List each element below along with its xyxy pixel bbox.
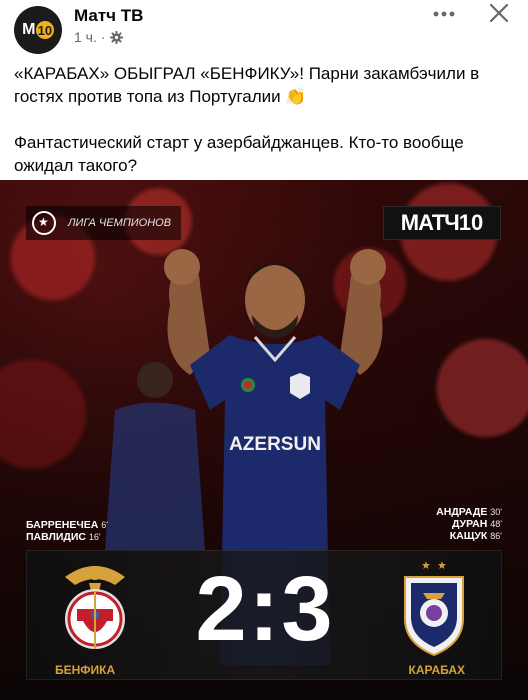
match-score: 2:3: [195, 558, 335, 660]
scoreboard: 2:3 ★ ★ БЕНФИКА КАРАБАХ: [26, 550, 502, 680]
post-time[interactable]: 1 ч.: [74, 29, 97, 45]
away-scorers: АНДРАДЕ 30' ДУРАН 48' КАЩУК 86': [436, 506, 502, 542]
post-header: M 10 Матч ТВ 1 ч. ·: [0, 0, 528, 56]
meta-separator: ·: [100, 29, 106, 45]
post-image[interactable]: AZERSUN Лига Чемпионов МАТЧ 10 БАРРЕНЕЧЕ…: [0, 180, 528, 700]
match-tv-logo: МАТЧ 10: [383, 206, 501, 240]
away-scorer: КАЩУК 86': [449, 530, 502, 542]
competition-badge: Лига Чемпионов: [26, 206, 181, 240]
post-text-paragraph-1: «КАРАБАХ» ОБЫГРАЛ «БЕНФИКУ»! Парни закам…: [14, 64, 480, 106]
away-scorer: АНДРАДЕ 30': [436, 506, 502, 518]
away-scorer: ДУРАН 48': [451, 518, 502, 530]
jersey-sponsor: AZERSUN: [229, 434, 321, 455]
away-team-name: КАРАБАХ: [408, 663, 465, 677]
page-name[interactable]: Матч ТВ: [74, 6, 143, 26]
logo-word: МАТЧ: [400, 210, 460, 235]
competition-name: Лига Чемпионов: [68, 216, 172, 229]
svg-text:★: ★: [437, 559, 447, 572]
home-scorer: ПАВЛИДИС 16': [26, 531, 101, 543]
qarabag-crest-icon: ★ ★: [404, 559, 464, 657]
svg-text:★: ★: [421, 559, 431, 572]
logo-number: 10: [458, 210, 484, 235]
post-meta: 1 ч. ·: [74, 29, 123, 45]
avatar-letter: M: [22, 21, 35, 38]
avatar-badge: 10: [35, 21, 54, 39]
home-scorer: БАРРЕНЕЧЕА 6': [26, 519, 108, 531]
home-team-name: БЕНФИКА: [55, 663, 116, 677]
home-scorers: БАРРЕНЕЧЕА 6' ПАВЛИДИС 16': [26, 519, 108, 543]
more-horizontal-icon: [433, 11, 455, 17]
close-icon: [490, 4, 508, 22]
champions-league-icon: [32, 211, 56, 235]
page-avatar[interactable]: M 10: [14, 6, 62, 54]
benfica-crest-icon: [65, 566, 125, 649]
close-button[interactable]: [484, 0, 514, 26]
more-options-button[interactable]: [428, 2, 460, 26]
post-text-paragraph-2: Фантастический старт у азербайджанцев. К…: [14, 133, 464, 175]
gear-icon[interactable]: [109, 30, 123, 44]
